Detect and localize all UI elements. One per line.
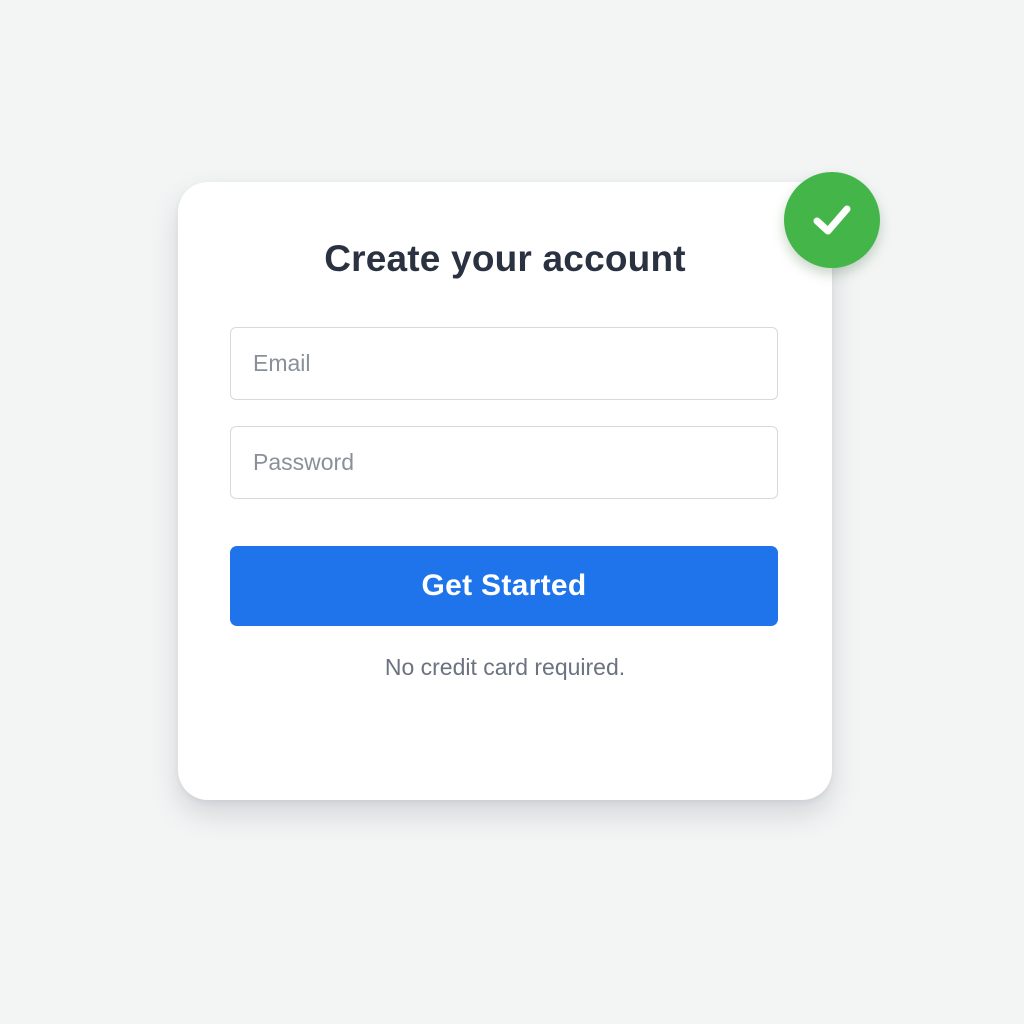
get-started-button[interactable]: Get Started xyxy=(230,546,778,626)
email-field[interactable] xyxy=(230,327,778,400)
form-title: Create your account xyxy=(324,238,686,279)
page-background: Create your account Get Started No credi… xyxy=(0,0,1024,1024)
checkmark-icon xyxy=(813,205,851,235)
password-field[interactable] xyxy=(230,426,778,499)
success-badge xyxy=(784,172,880,268)
no-credit-card-note: No credit card required. xyxy=(384,654,626,680)
signup-card: Create your account Get Started No credi… xyxy=(178,182,832,800)
